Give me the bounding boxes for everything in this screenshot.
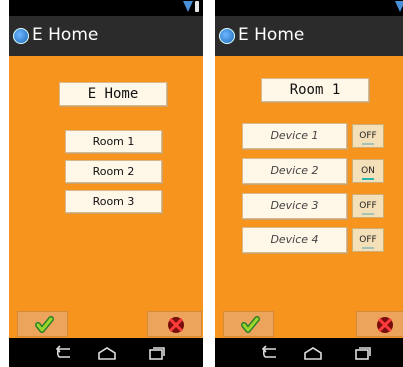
device-1-state: OFF bbox=[359, 131, 377, 141]
device-2-button[interactable]: Device 2 bbox=[242, 158, 347, 184]
device-4-toggle[interactable]: OFF bbox=[352, 228, 384, 252]
wifi-icon bbox=[183, 1, 193, 12]
close-x-icon bbox=[377, 317, 393, 333]
action-bar: E Home bbox=[215, 16, 403, 56]
navigation-bar bbox=[215, 338, 403, 367]
battery-icon bbox=[195, 1, 199, 12]
device-2-state: ON bbox=[361, 166, 375, 176]
home-title-button[interactable]: E Home bbox=[59, 82, 167, 106]
back-icon[interactable] bbox=[260, 345, 280, 361]
toggle-indicator bbox=[362, 213, 374, 215]
room-3-button[interactable]: Room 3 bbox=[65, 190, 162, 213]
toggle-indicator bbox=[362, 247, 374, 249]
app-title: E Home bbox=[238, 25, 305, 45]
wifi-icon bbox=[395, 1, 403, 12]
device-3-toggle[interactable]: OFF bbox=[352, 194, 384, 218]
toggle-indicator bbox=[362, 178, 374, 180]
room-2-button[interactable]: Room 2 bbox=[65, 160, 162, 183]
device-4-state: OFF bbox=[359, 235, 377, 245]
confirm-button[interactable] bbox=[17, 311, 68, 337]
status-bar bbox=[9, 0, 203, 16]
device-1-toggle[interactable]: OFF bbox=[352, 124, 384, 148]
room-1-button[interactable]: Room 1 bbox=[65, 130, 162, 153]
confirm-button[interactable] bbox=[223, 311, 274, 337]
back-icon[interactable] bbox=[54, 345, 74, 361]
close-x-icon bbox=[168, 317, 184, 333]
device-3-state: OFF bbox=[359, 201, 377, 211]
navigation-bar bbox=[9, 338, 203, 367]
device-3-button[interactable]: Device 3 bbox=[242, 193, 347, 219]
app-logo-icon bbox=[219, 28, 235, 44]
device-4-button[interactable]: Device 4 bbox=[242, 227, 347, 253]
device-1-button[interactable]: Device 1 bbox=[242, 123, 347, 149]
check-icon bbox=[241, 316, 260, 333]
toggle-indicator bbox=[362, 143, 374, 145]
bottom-action-bar bbox=[215, 310, 403, 338]
check-icon bbox=[35, 316, 54, 333]
cancel-button[interactable] bbox=[356, 311, 403, 337]
home-screen: E Home E Home Room 1 Room 2 Room 3 bbox=[9, 0, 203, 367]
recents-icon[interactable] bbox=[147, 345, 167, 361]
device-2-toggle[interactable]: ON bbox=[352, 159, 384, 183]
app-logo-icon bbox=[13, 28, 29, 44]
app-title: E Home bbox=[32, 25, 99, 45]
cancel-button[interactable] bbox=[147, 311, 202, 337]
bottom-action-bar bbox=[9, 310, 203, 338]
recents-icon[interactable] bbox=[353, 345, 373, 361]
action-bar: E Home bbox=[9, 16, 203, 56]
home-icon[interactable] bbox=[303, 345, 323, 361]
home-icon[interactable] bbox=[97, 345, 117, 361]
room-screen: E Home Room 1 Device 1 OFF Device 2 ON D… bbox=[215, 0, 403, 367]
status-bar bbox=[215, 0, 403, 16]
room-title-button[interactable]: Room 1 bbox=[261, 78, 369, 102]
